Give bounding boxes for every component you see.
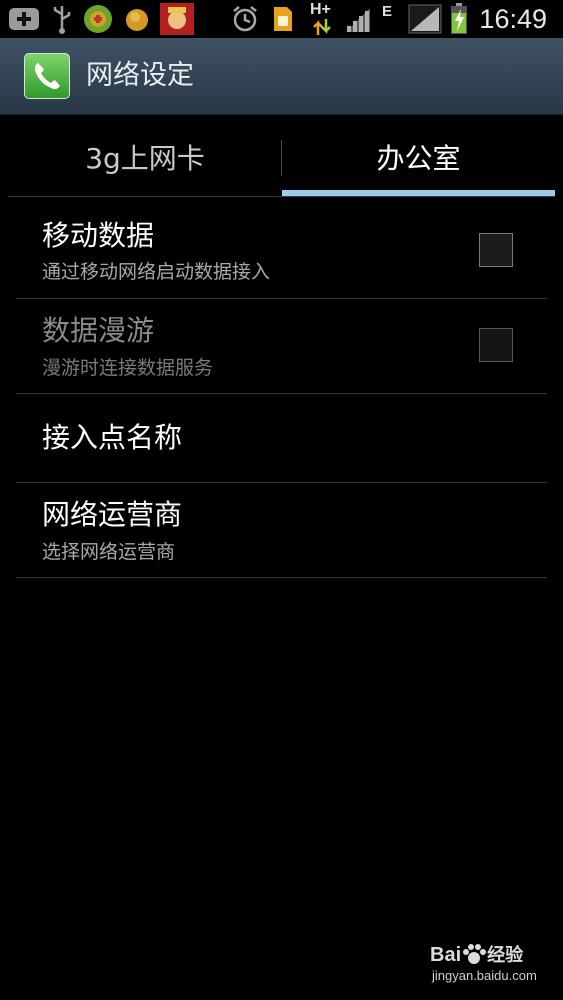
mobile-data-checkbox[interactable] [479,233,513,267]
sim-icon [274,7,292,31]
setting-data-roaming: 数据漫游 漫游时连接数据服务 [16,299,547,394]
setting-mobile-data[interactable]: 移动数据 通过移动网络启动数据接入 [16,198,547,299]
setting-summary: 漫游时连接数据服务 [42,357,214,379]
settings-list: 移动数据 通过移动网络启动数据接入 数据漫游 漫游时连接数据服务 接入点名称 网… [16,198,547,578]
setting-title: 网络运营商 [42,498,183,531]
clock: 16:49 [479,4,547,34]
network-type-hplus: H+ [310,1,331,18]
phone-icon[interactable] [24,53,70,99]
tab-underline [8,196,555,197]
setting-apn[interactable]: 接入点名称 [16,394,547,483]
tab-bar: 3g上网卡 办公室 [8,116,555,198]
game-app-icon [84,5,112,33]
usb-icon [53,6,71,34]
baidu-watermark: Bai 经验 jingyan.baidu.com [430,938,552,990]
signal-icon [346,8,370,32]
page-title: 网络设定 [86,60,194,91]
status-bar: H+ E 16:49 [0,0,563,38]
setting-title: 接入点名称 [42,421,183,454]
watermark-brand: Bai 经验 [430,944,524,966]
data-roaming-checkbox [479,328,513,362]
action-bar: 网络设定 [0,38,563,115]
mascot-app-icon [160,3,194,35]
phone-handset-icon [34,63,60,90]
tab-3g-card[interactable]: 3g上网卡 [8,116,282,198]
setting-summary: 选择网络运营商 [42,541,176,563]
paw-icon [463,944,487,964]
battery-charging-icon [451,3,467,34]
signal-bars-icon [408,4,442,34]
tab-office[interactable]: 办公室 [282,116,555,198]
coin-icon [126,9,148,31]
data-arrows-icon [313,19,331,35]
alarm-icon [233,6,257,32]
watermark-url: jingyan.baidu.com [432,968,537,983]
setting-title: 移动数据 [42,219,155,252]
add-icon [9,8,39,30]
network-type-e: E [382,3,393,20]
setting-summary: 通过移动网络启动数据接入 [42,261,271,283]
setting-network-operator[interactable]: 网络运营商 选择网络运营商 [16,483,547,578]
setting-title: 数据漫游 [42,314,155,347]
